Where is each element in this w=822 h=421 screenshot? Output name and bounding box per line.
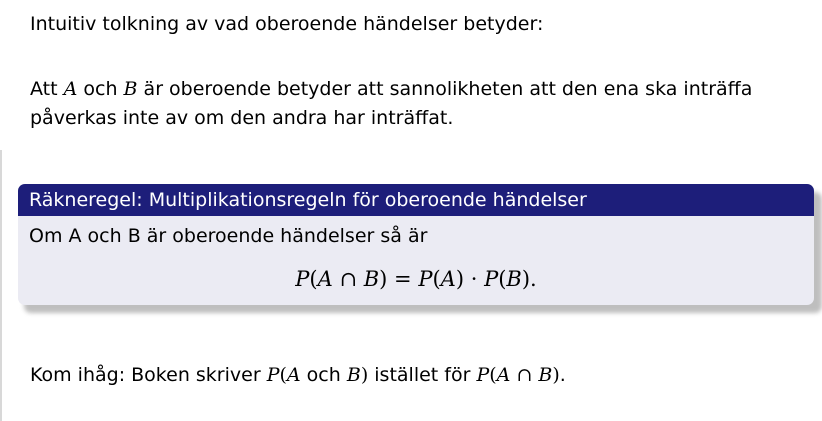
para-text-och: och [77, 78, 124, 100]
formula-p: P [484, 267, 499, 291]
formula-equals: = [387, 267, 419, 291]
reminder-period: . [559, 364, 566, 386]
para-text-rest: är oberoende betyder att sannolikheten a… [137, 78, 753, 100]
formula-paren: ) [521, 267, 531, 291]
reminder-text-mid: istället för [368, 364, 477, 386]
intro-heading: Intuitiv tolkning av vad oberoende hände… [30, 13, 544, 35]
reminder-paren: ) [552, 364, 560, 386]
formula-b: B [363, 267, 380, 291]
reminder-p: P [476, 364, 490, 386]
slide-left-edge [0, 150, 2, 421]
theorem-block-title: Räkneregel: Multiplikationsregeln för ob… [18, 184, 814, 216]
formula-paren: ( [309, 267, 318, 291]
reminder-b: B [346, 364, 361, 386]
reminder-paren: ( [279, 364, 287, 386]
reminder-line: Kom ihåg: Boken skriver P(A och B) istäl… [30, 363, 566, 387]
formula-a: A [440, 267, 456, 291]
formula-p: P [418, 267, 433, 291]
formula-p: P [295, 267, 310, 291]
formula-a: A [317, 267, 333, 291]
formula-paren: ) [455, 267, 465, 291]
reminder-intersection: ∩ [510, 364, 539, 386]
reminder-b: B [538, 364, 553, 386]
reminder-a: A [286, 364, 301, 386]
reminder-a: A [496, 364, 511, 386]
multiplication-formula: P(A ∩ B) = P(A) · P(B). [18, 266, 814, 292]
formula-intersection: ∩ [332, 267, 364, 291]
paragraph-line-2: påverkas inte av om den andra har inträf… [30, 107, 454, 129]
reminder-och: och [300, 364, 347, 386]
theorem-block: Räkneregel: Multiplikationsregeln för ob… [18, 184, 814, 305]
formula-dot: · [464, 267, 485, 291]
formula-paren: ( [432, 267, 441, 291]
formula-b: B [506, 267, 522, 291]
para-text-start: Att [30, 78, 64, 100]
event-b-symbol: B [123, 78, 138, 100]
paragraph-line-1: Att A och B är oberoende betyder att san… [30, 77, 752, 101]
formula-period: . [530, 267, 537, 291]
reminder-text-start: Kom ihåg: Boken skriver [30, 364, 267, 386]
reminder-paren: ( [489, 364, 497, 386]
theorem-block-body: Om A och B är oberoende händelser så är … [18, 216, 814, 305]
reminder-p: P [266, 364, 280, 386]
theorem-statement: Om A och B är oberoende händelser så är [29, 225, 428, 247]
event-a-symbol: A [63, 78, 78, 100]
